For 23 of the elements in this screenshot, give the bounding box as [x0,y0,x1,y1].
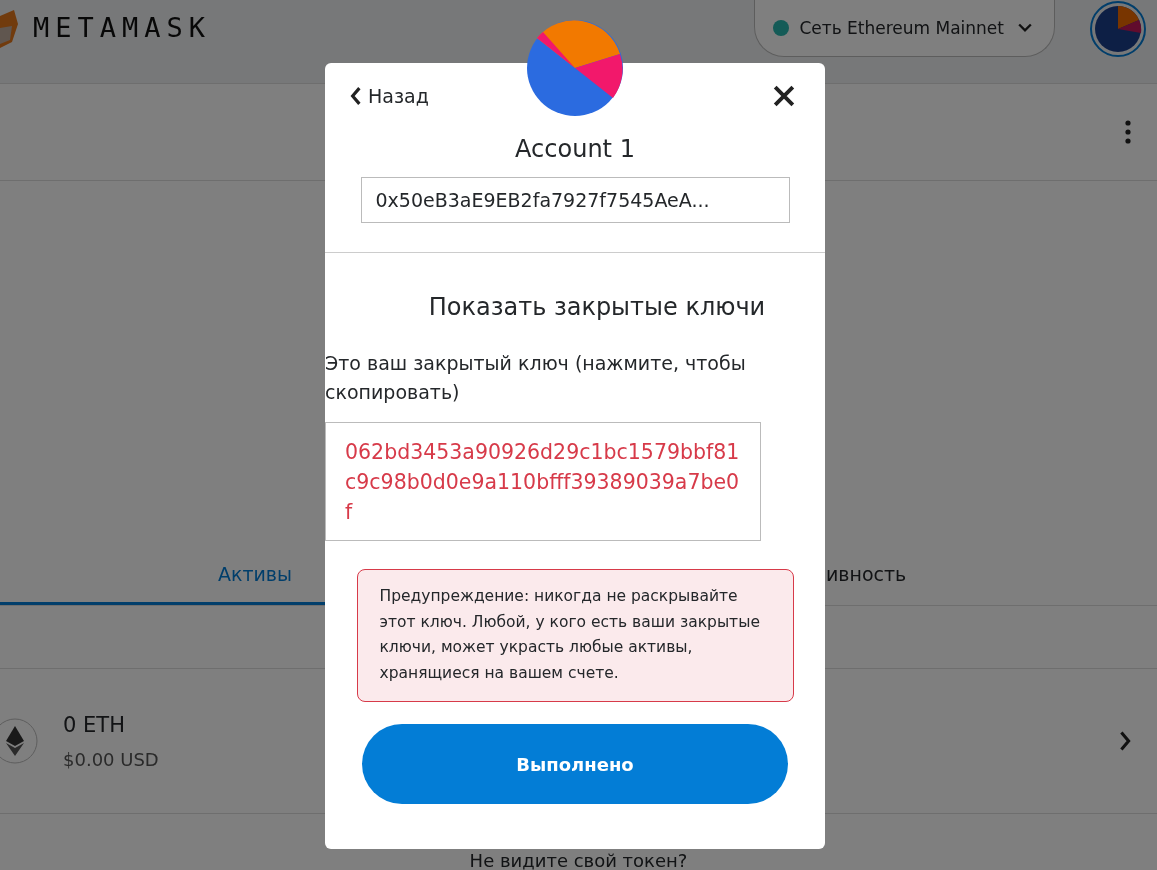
close-icon[interactable] [773,85,795,107]
network-selector[interactable]: Сеть Ethereum Mainnet [754,0,1055,57]
logo-text: METAMASK [33,12,212,43]
fox-logo-icon [0,8,20,48]
ethereum-icon [0,718,38,764]
asset-fiat-value: $0.00 USD [63,748,159,770]
back-button[interactable]: Назад [350,85,429,107]
warning-message: Предупреждение: никогда не раскрывайте этот ключ. Любой, у кого есть ваши закрытые ключи, может украсть любые активы, хранящиеся на вашем счете. [356,569,794,702]
private-key-field[interactable]: 062bd3453a90926d29c1bc1579bbf81c9c98b0d0e9a110bfff39389039a7be0f [325,422,761,541]
account-name: Account 1 [515,135,635,163]
key-label: Это ваш закрытый ключ (нажмите, чтобы скопировать) [325,351,747,405]
token-hint-text: Не видите свой токен? [469,850,688,870]
asset-amount: 0 ETH [63,712,125,737]
tab[interactable]: ивность [826,545,907,605]
chevron-left-icon [350,87,362,105]
caret-icon [1018,23,1032,33]
account-avatar-icon [527,20,623,116]
address-field[interactable]: 0x50eB3aE9EB2fa7927f7545AeA... [360,177,790,223]
dialog-title: Показать закрытые ключи [427,293,766,321]
more-menu-icon[interactable] [1125,120,1131,144]
chevron-right-icon [1119,731,1131,751]
account-avatar-icon[interactable] [1089,0,1147,58]
done-button[interactable]: Выполнено [362,724,788,804]
